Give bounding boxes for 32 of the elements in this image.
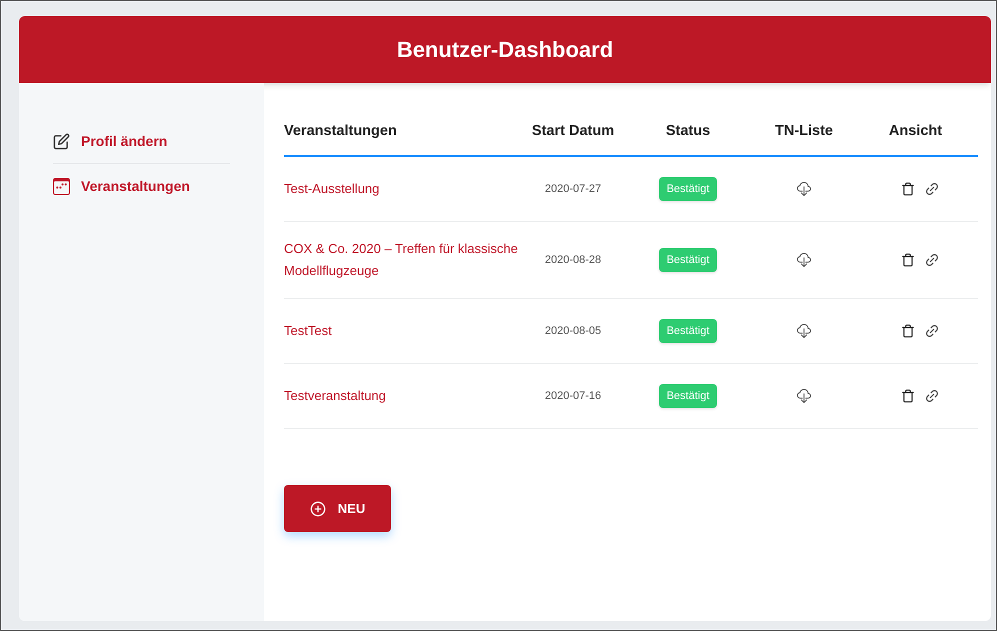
column-header: Start Datum	[530, 122, 616, 142]
event-link[interactable]: Test-Ausstellung	[284, 178, 524, 200]
cloud-download-icon[interactable]	[797, 182, 811, 196]
status-badge: Bestätigt	[658, 248, 718, 272]
column-header: Veranstaltungen	[284, 122, 398, 142]
trash-icon[interactable]	[900, 389, 914, 403]
start-date: 2020-08-05	[544, 324, 602, 339]
event-link[interactable]: TestTest	[284, 320, 524, 342]
trash-icon[interactable]	[900, 253, 914, 267]
event-link[interactable]: COX & Co. 2020 – Treffen für klassische Modellflugzeuge	[284, 238, 524, 282]
column-header: Status	[664, 122, 712, 142]
column-header: Ansicht	[888, 122, 944, 142]
cloud-download-icon[interactable]	[797, 324, 811, 338]
plus-circle-icon	[310, 500, 326, 516]
page-title: Benutzer-Dashboard	[396, 36, 614, 64]
trash-icon[interactable]	[900, 324, 914, 338]
new-button[interactable]: NEU	[284, 485, 391, 532]
sidebar-item[interactable]: Veranstaltungen	[53, 164, 230, 208]
cloud-download-icon[interactable]	[797, 389, 811, 403]
start-date: 2020-07-16	[544, 388, 602, 404]
calendar-icon	[53, 178, 70, 194]
status-badge: Bestätigt	[658, 384, 718, 408]
cloud-download-icon[interactable]	[797, 253, 811, 267]
event-link[interactable]: Testveranstaltung	[284, 385, 524, 407]
sidebar-item[interactable]: Profil ändern	[53, 120, 230, 164]
edit-icon	[53, 133, 70, 150]
start-date: 2020-08-28	[544, 252, 602, 268]
start-date: 2020-07-27	[544, 182, 602, 197]
status-badge: Bestätigt	[658, 176, 718, 202]
status-badge: Bestätigt	[658, 318, 718, 344]
trash-icon[interactable]	[900, 182, 914, 196]
column-header: TN-Liste	[774, 122, 834, 142]
